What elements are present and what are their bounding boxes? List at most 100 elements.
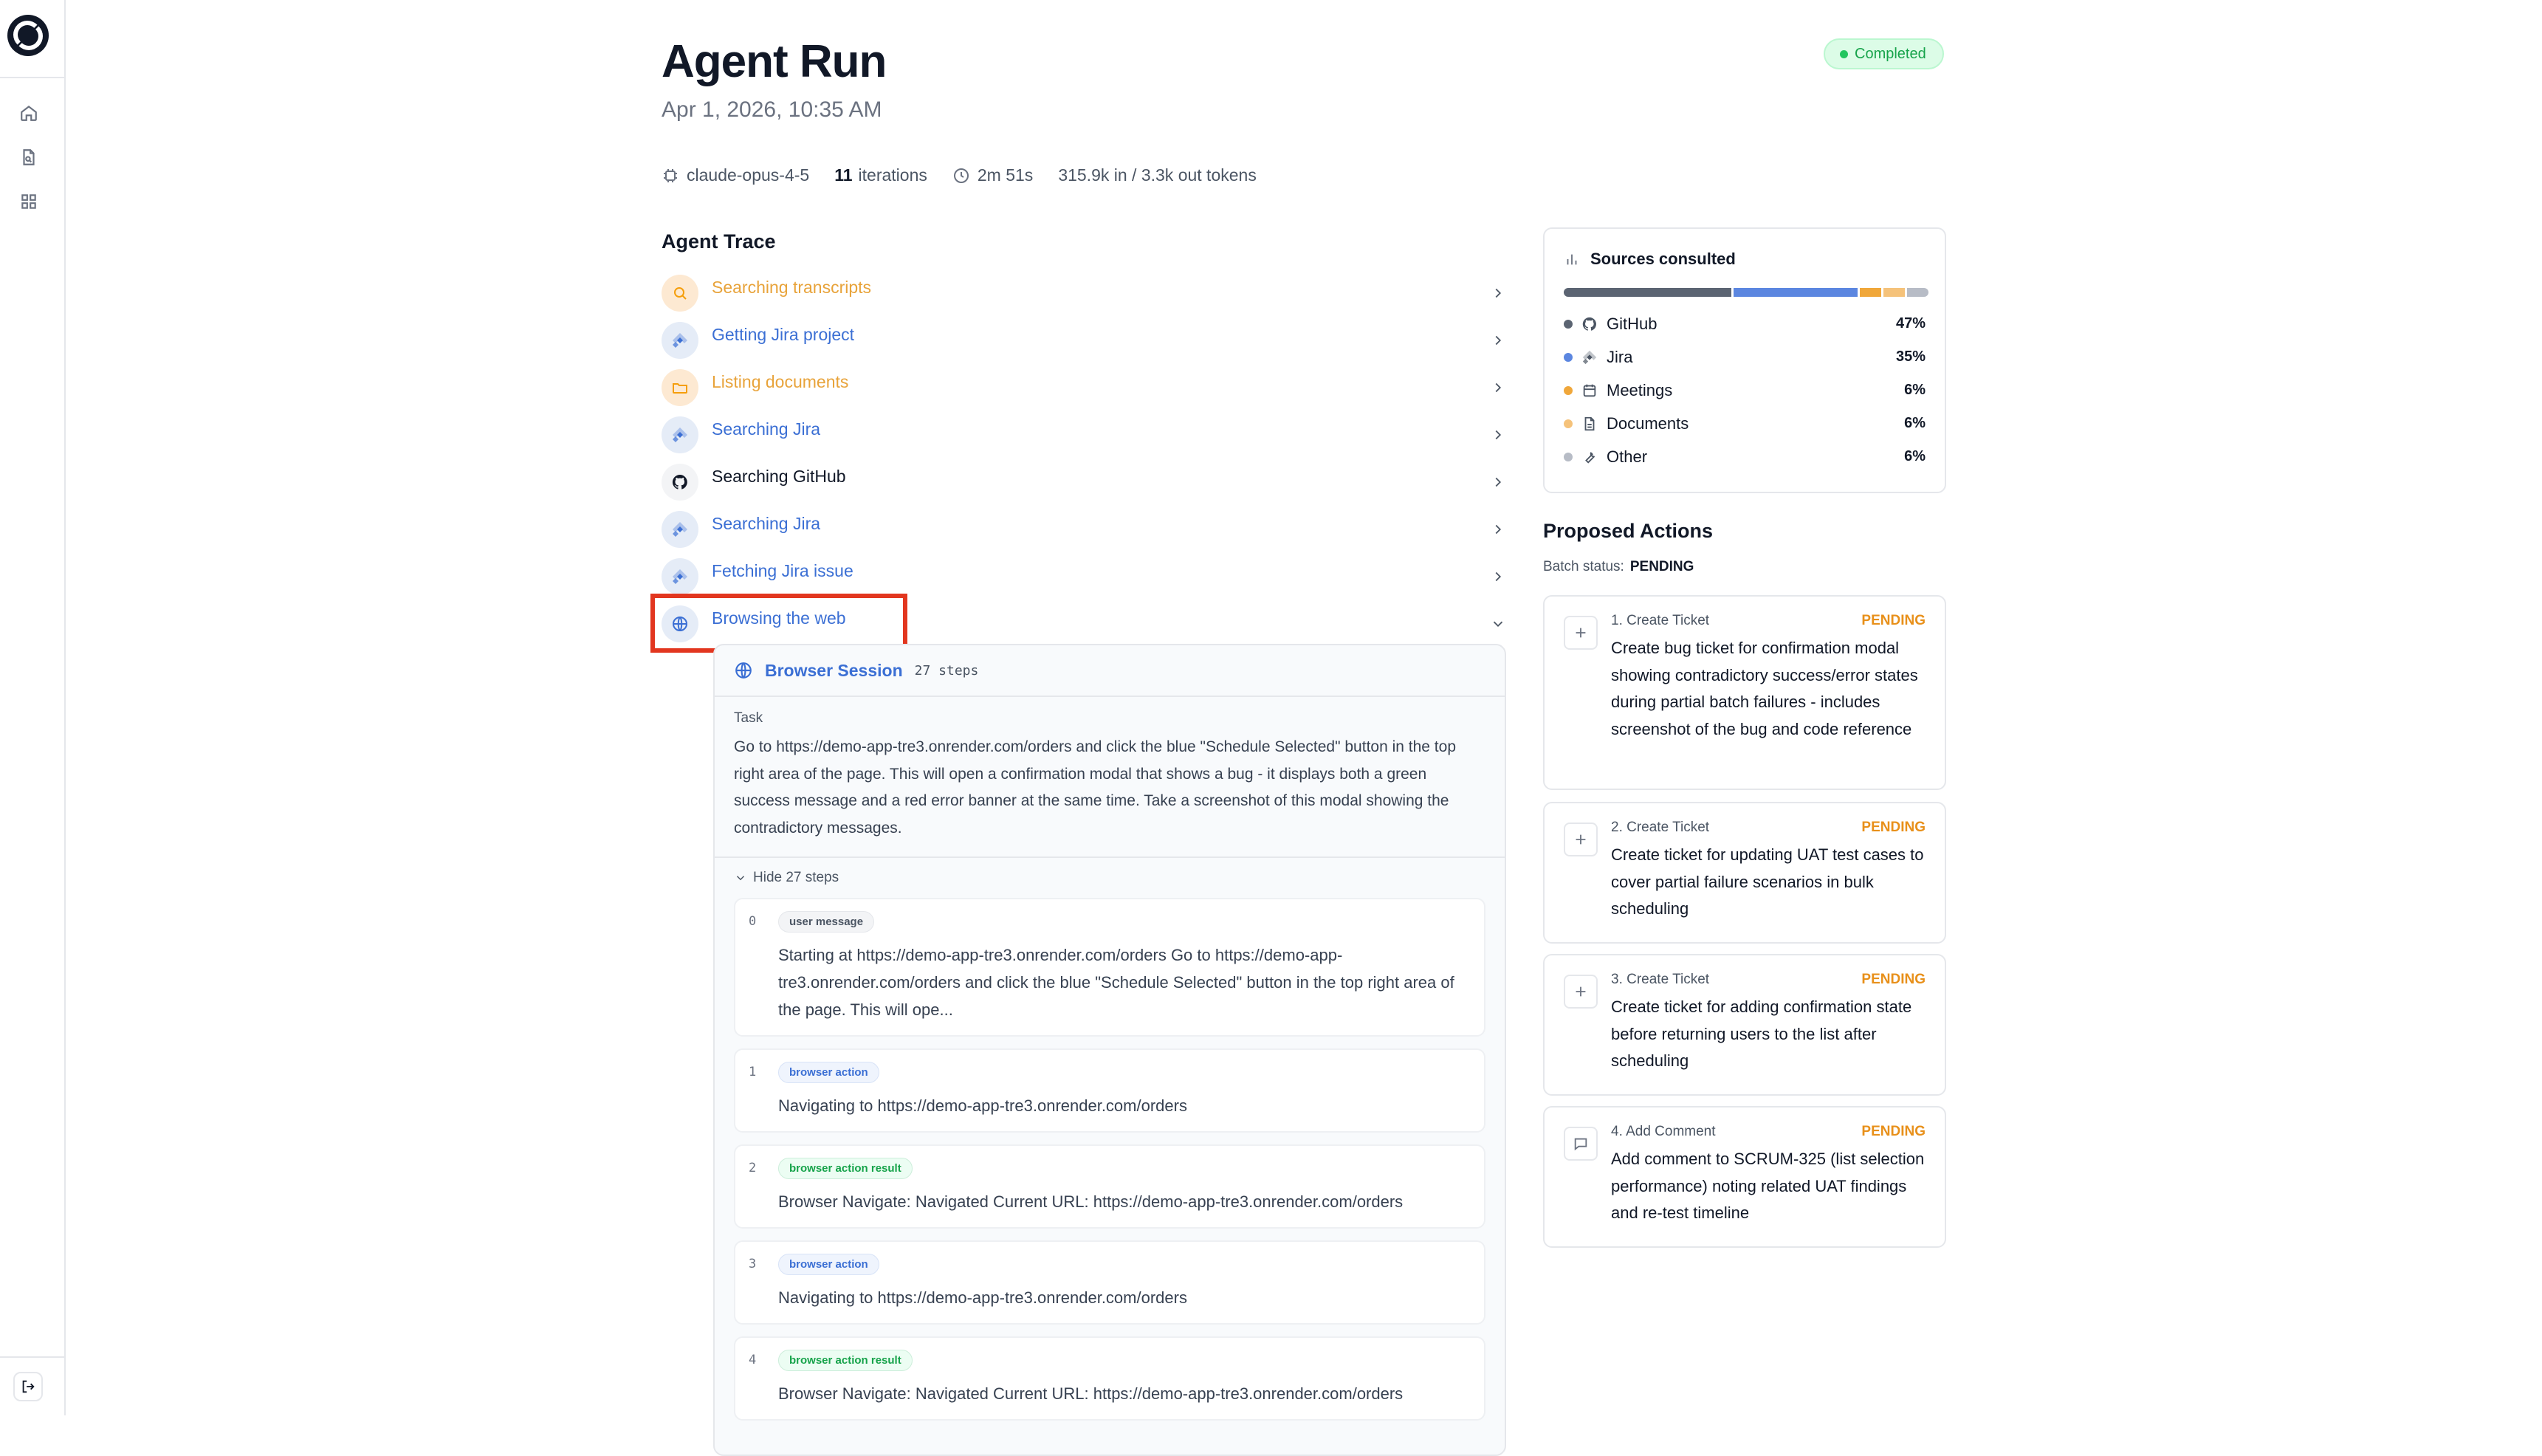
chevron-right-icon — [1495, 571, 1502, 582]
source-dot — [1564, 319, 1573, 329]
task-text: Go to https://demo-app-tre3.onrender.com… — [734, 738, 1456, 837]
sources-stack-bar — [1564, 288, 1928, 297]
jira-icon — [662, 322, 698, 359]
status-badge: Completed — [1824, 38, 1944, 69]
grid-icon[interactable] — [19, 192, 38, 211]
trace-item-label: Searching Jira — [712, 419, 821, 439]
browser-session-title: Browser Session — [765, 660, 903, 680]
action-heading: 1. Create Ticket — [1611, 613, 1710, 628]
source-name: Other — [1607, 447, 1648, 466]
plus-icon[interactable] — [1564, 975, 1598, 1009]
chip-icon — [664, 168, 677, 182]
home-icon[interactable] — [19, 103, 38, 123]
sources-bar-segment — [1733, 288, 1858, 297]
source-row: Documents 6% — [1564, 407, 1926, 440]
trace-item[interactable]: Searching Jira — [662, 511, 1506, 548]
step-text: Navigating to https://demo-app-tre3.onre… — [778, 1096, 1187, 1115]
step-card[interactable]: 0 user message Starting at https://demo-ap… — [734, 898, 1485, 1037]
trace-item[interactable]: Listing documents — [662, 369, 1506, 406]
source-percent: 35% — [1895, 348, 1926, 365]
source-name: GitHub — [1607, 314, 1658, 333]
app-logo[interactable] — [7, 15, 49, 56]
sources-title: Sources consulted — [1564, 250, 1926, 269]
model-meta: claude-opus-4-5 — [662, 165, 809, 185]
page-title: Agent Run — [662, 36, 887, 87]
step-number: 3 — [749, 1257, 757, 1271]
step-card[interactable]: 4 browser action result Browser Navigate: … — [734, 1336, 1485, 1421]
iterations-label: iterations — [858, 165, 927, 185]
action-card[interactable]: 4. Add Comment PENDING Add comment to SCRU… — [1543, 1106, 1946, 1248]
source-name: Jira — [1607, 347, 1633, 366]
step-number: 0 — [749, 914, 757, 929]
sources-list: GitHub 47% Jira 35% Meetings 6% Documents 6% Oth… — [1564, 307, 1926, 473]
source-percent: 6% — [1904, 415, 1926, 431]
proposed-actions-title: Proposed Actions — [1543, 520, 1714, 542]
jira-icon — [662, 511, 698, 548]
sources-bar-segment — [1883, 288, 1906, 297]
source-name: Meetings — [1607, 380, 1673, 399]
sources-bar-segment — [1564, 288, 1731, 297]
trace-item[interactable]: Fetching Jira issue — [662, 558, 1506, 595]
plus-icon[interactable] — [1564, 616, 1598, 650]
duration-meta: 2m 51s — [952, 165, 1033, 185]
source-row: Other 6% — [1564, 440, 1926, 473]
model-name: claude-opus-4-5 — [687, 165, 810, 185]
step-card[interactable]: 3 browser action Navigating to https://dem… — [734, 1240, 1485, 1325]
source-row: GitHub 47% — [1564, 307, 1926, 340]
document-search-icon[interactable] — [19, 148, 38, 167]
jira-icon — [1581, 349, 1598, 365]
sign-out-icon — [22, 1380, 35, 1393]
trace-item-label: Searching Jira — [712, 513, 821, 533]
trace-item-label: Searching GitHub — [712, 466, 846, 486]
action-text: Add comment to SCRUM-325 (list selection… — [1611, 1150, 1925, 1222]
chevron-down-icon — [736, 876, 745, 881]
calendar-icon — [1581, 382, 1598, 399]
action-card[interactable]: 2. Create Ticket PENDING Create ticket for… — [1543, 802, 1946, 944]
batch-status-label: Batch status: — [1543, 559, 1624, 574]
duration-value: 2m 51s — [977, 165, 1034, 185]
action-text: Create ticket for updating UAT test case… — [1611, 845, 1924, 918]
action-status: PENDING — [1861, 972, 1926, 987]
action-heading: 2. Create Ticket — [1611, 820, 1710, 835]
jira-icon — [662, 416, 698, 453]
action-text: Create ticket for adding confirmation st… — [1611, 997, 1912, 1070]
source-name: Documents — [1607, 413, 1689, 433]
step-tag: browser action — [778, 1254, 879, 1275]
hide-steps-toggle[interactable]: Hide 27 steps — [715, 858, 1505, 898]
chevron-right-icon — [1495, 288, 1502, 298]
task-label: Task — [734, 710, 763, 726]
comment-icon[interactable] — [1564, 1127, 1598, 1161]
plus-icon[interactable] — [1564, 823, 1598, 856]
trace-item[interactable]: Searching transcripts — [662, 275, 1506, 312]
action-status: PENDING — [1861, 820, 1926, 835]
chevron-right-icon — [1495, 335, 1502, 346]
step-tag: browser action — [778, 1062, 879, 1083]
sign-out-button[interactable] — [13, 1372, 43, 1401]
browser-session-panel: Browser Session 27 steps Task Go to http… — [713, 644, 1506, 1456]
jira-icon — [662, 558, 698, 595]
sources-bar-segment — [1860, 288, 1882, 297]
tokens-value: 315.9k in / 3.3k out tokens — [1058, 165, 1257, 185]
sources-card: Sources consulted GitHub 47% Jira 35% Meetin… — [1543, 227, 1946, 493]
browser-session-steps: 27 steps — [914, 662, 979, 679]
action-status: PENDING — [1861, 613, 1926, 628]
trace-item[interactable]: Getting Jira project — [662, 322, 1506, 359]
action-card[interactable]: 3. Create Ticket PENDING Create ticket for… — [1543, 954, 1946, 1096]
iterations-meta: 11 iterations — [834, 165, 927, 185]
chevron-right-icon — [1495, 430, 1502, 440]
step-card[interactable]: 2 browser action result Browser Navigate: … — [734, 1144, 1485, 1229]
batch-status: Batch status: PENDING — [1543, 559, 1694, 575]
action-heading: 4. Add Comment — [1611, 1124, 1716, 1139]
sources-title-text: Sources consulted — [1590, 250, 1736, 268]
trace-item[interactable]: Searching Jira — [662, 416, 1506, 453]
action-card[interactable]: 1. Create Ticket PENDING Create bug ticket… — [1543, 595, 1946, 790]
batch-status-value: PENDING — [1629, 559, 1694, 574]
task-block: Task Go to https://demo-app-tre3.onrende… — [715, 697, 1505, 858]
step-card[interactable]: 1 browser action Navigating to https://dem… — [734, 1048, 1485, 1133]
action-heading: 3. Create Ticket — [1611, 972, 1710, 987]
source-row: Jira 35% — [1564, 340, 1926, 374]
trace-item-label: Getting Jira project — [712, 324, 855, 344]
trace-item[interactable]: Searching GitHub — [662, 464, 1506, 501]
sidebar — [0, 0, 66, 1415]
browser-session-header[interactable]: Browser Session 27 steps — [715, 645, 1505, 697]
